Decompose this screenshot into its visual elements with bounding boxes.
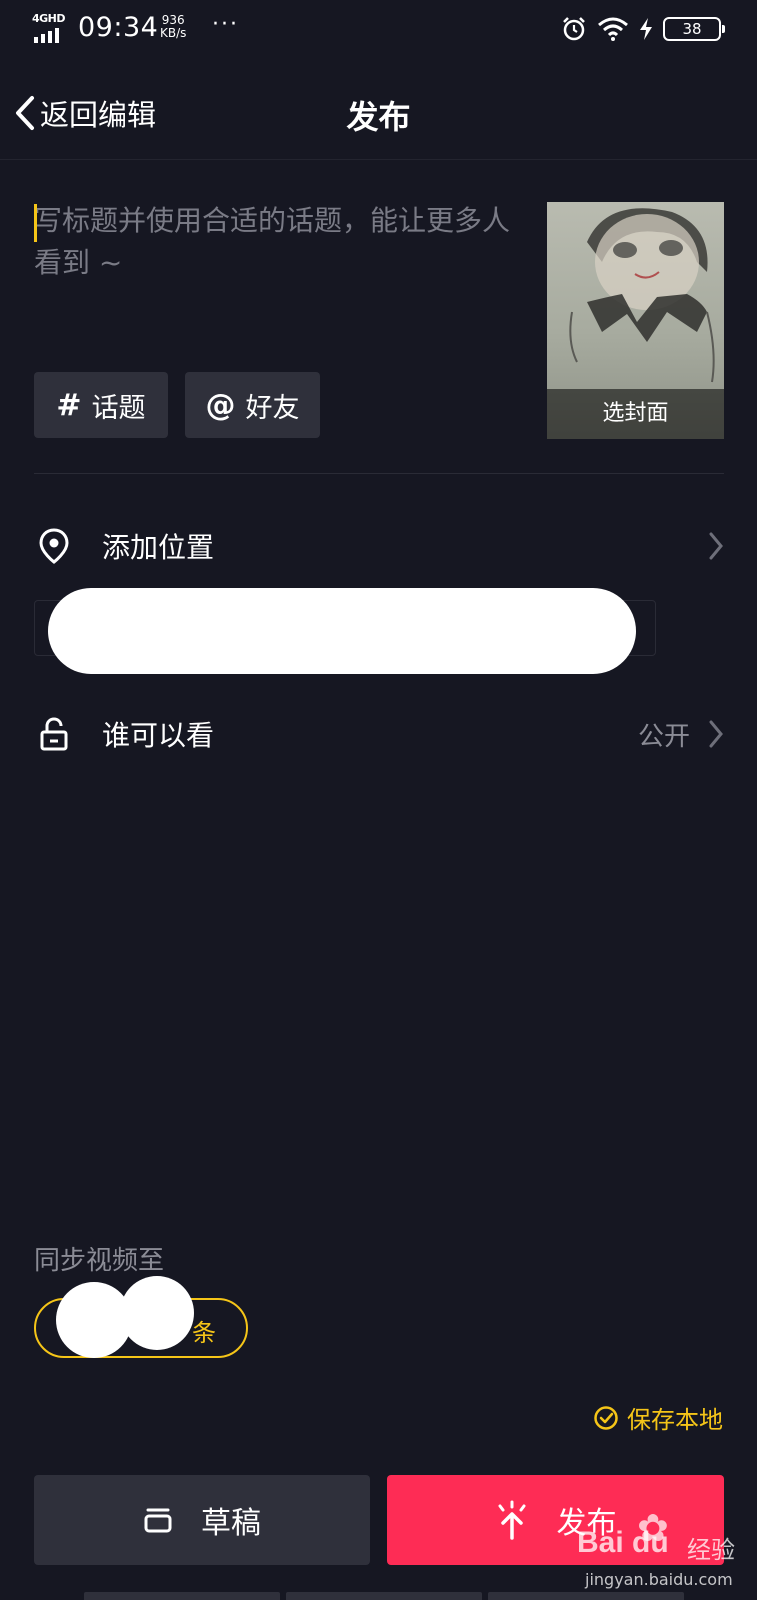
battery-level: 38	[682, 20, 702, 38]
topic-label: 话题	[91, 392, 146, 424]
alarm-icon	[563, 17, 585, 41]
watermark-brand-cn: 经验	[687, 1536, 735, 1564]
friend-label: 好友	[245, 392, 300, 424]
draft-box-icon	[144, 1508, 172, 1533]
add-location-row[interactable]: 添加位置	[34, 516, 724, 576]
watermark-url: jingyan.baidu.com	[585, 1570, 733, 1589]
topic-button[interactable]: # 话题	[34, 372, 168, 438]
unlock-icon	[40, 717, 68, 751]
draft-label: 草稿	[201, 1506, 261, 1541]
cover-picker[interactable]: 选封面	[547, 202, 724, 439]
clock: 09:34	[78, 12, 159, 43]
check-circle-icon	[594, 1405, 618, 1430]
save-local-toggle[interactable]: 保存本地	[593, 1400, 723, 1435]
hashtag-icon: #	[56, 387, 82, 423]
network-indicator: 4GHD	[32, 12, 68, 43]
wifi-icon	[598, 17, 628, 41]
visibility-value: 公开	[637, 721, 690, 752]
mention-friend-button[interactable]: @ 好友	[185, 372, 320, 438]
visibility-row[interactable]: 谁可以看 公开	[34, 704, 724, 764]
charging-icon	[640, 18, 652, 40]
draft-button[interactable]: 草稿	[34, 1475, 370, 1565]
caption-area	[34, 200, 514, 310]
text-cursor	[34, 204, 37, 242]
watermark-logo: ✿ Bai du 经验 jingyan.baidu.com	[577, 1500, 747, 1600]
chevron-right-icon	[709, 532, 723, 560]
redaction-mark	[48, 588, 636, 674]
signal-icon	[34, 28, 59, 43]
battery-icon: 38	[663, 17, 725, 41]
page-title: 发布	[346, 98, 411, 136]
cover-label: 选封面	[547, 389, 724, 439]
status-icons: 38	[561, 16, 725, 42]
location-pin-icon	[39, 528, 69, 564]
status-bar: 4GHD 09:34 936 KB/s ··· 38	[0, 0, 757, 60]
speed-unit: KB/s	[160, 26, 187, 40]
network-type: 4GHD	[32, 12, 66, 25]
upload-icon	[498, 1500, 525, 1540]
network-speed: 936 KB/s	[160, 14, 186, 40]
header: 返回编辑 发布	[0, 70, 757, 160]
watermark-brand: Bai du	[577, 1526, 669, 1559]
caption-input[interactable]	[34, 200, 514, 310]
visibility-label: 谁可以看	[102, 719, 215, 752]
at-icon: @	[205, 387, 236, 423]
sync-title: 同步视频至	[34, 1246, 165, 1276]
save-local-label: 保存本地	[627, 1406, 723, 1434]
redaction-mark	[120, 1276, 194, 1350]
divider	[34, 473, 724, 474]
more-notifications-icon: ···	[212, 12, 239, 37]
chevron-right-icon	[709, 720, 723, 748]
navigation-bar	[84, 1592, 684, 1600]
add-location-label: 添加位置	[102, 531, 215, 564]
sync-platform-label: 条	[192, 1319, 216, 1347]
